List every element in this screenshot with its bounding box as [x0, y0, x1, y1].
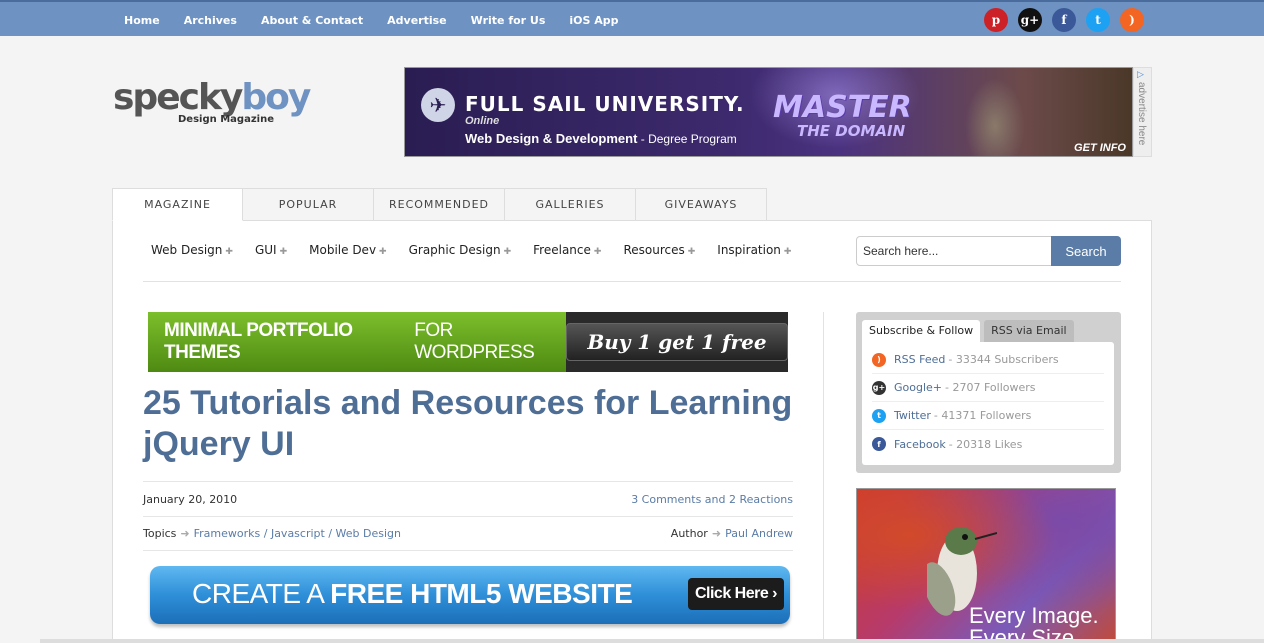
chevron-down-icon: ✚: [503, 247, 512, 257]
portfolio-themes-ad[interactable]: MINIMAL PORTFOLIO THEMES FOR WORDPRESS B…: [148, 312, 788, 372]
nav-advertise-link[interactable]: Advertise: [387, 14, 446, 27]
ad-master-text: MASTER: [773, 90, 912, 125]
twitter-icon: t: [872, 408, 886, 423]
follow-name[interactable]: Facebook: [894, 438, 946, 451]
tab-giveaways[interactable]: GIVEAWAYS: [636, 188, 767, 221]
list-item[interactable]: f Facebook - 20318 Likes: [872, 430, 1104, 458]
ad-program: Web Design & Development - Degree Progra…: [465, 131, 737, 146]
html5-website-ad[interactable]: CREATE A FREE HTML5 WEBSITE Click Here ›: [150, 566, 790, 624]
category-freelance[interactable]: Freelance ✚: [533, 243, 601, 257]
ad-online-label: Online: [465, 115, 500, 127]
follow-count: - 20318 Likes: [948, 437, 1023, 451]
tab-magazine[interactable]: MAGAZINE: [112, 188, 243, 221]
twitter-icon[interactable]: t: [1086, 8, 1110, 32]
category-nav: Web Design ✚ GUI ✚ Mobile Dev ✚ Graphic Des…: [151, 243, 813, 257]
category-inspiration[interactable]: Inspiration ✚: [717, 243, 791, 257]
adchoices-icon[interactable]: ▷: [1137, 69, 1144, 80]
facebook-icon: f: [872, 437, 886, 451]
arrow-right-icon: ➜: [711, 527, 722, 540]
buy-one-get-one-button[interactable]: Buy 1 get 1 free: [566, 323, 788, 361]
airplane-icon: ✈: [421, 88, 455, 122]
top-nav: Home Archives About & Contact Advertise …: [112, 2, 631, 38]
click-here-button[interactable]: Click Here ›: [688, 578, 784, 610]
nav-divider: [143, 281, 1121, 282]
sidebar-image-ad[interactable]: Every Image. Every Size.: [856, 488, 1116, 643]
follow-name[interactable]: Google+: [894, 381, 942, 394]
follow-count: - 33344 Subscribers: [948, 353, 1059, 366]
search-button[interactable]: Search: [1051, 236, 1121, 266]
list-item[interactable]: t Twitter - 41371 Followers: [872, 402, 1104, 430]
bottom-scroll-edge: [40, 639, 1264, 643]
tab-rss-via-email[interactable]: RSS via Email: [984, 320, 1074, 342]
ad-domain-text: THE DOMAIN: [797, 122, 906, 140]
chevron-down-icon: ✚: [279, 247, 288, 257]
header-banner-ad[interactable]: ✈ FULL SAIL UNIVERSITY. Online Web Desig…: [404, 67, 1133, 157]
rss-icon: ): [872, 352, 886, 367]
ad-every-text: Every Image. Every Size.: [969, 603, 1099, 643]
follow-list: ) RSS Feed - 33344 Subscribers g+ Google…: [862, 342, 1114, 465]
section-tabs: MAGAZINE POPULAR RECOMMENDED GALLERIES G…: [112, 188, 767, 221]
top-bar: Home Archives About & Contact Advertise …: [0, 0, 1264, 36]
follow-name[interactable]: Twitter: [894, 409, 931, 422]
follow-count: - 2707 Followers: [945, 381, 1036, 394]
googleplus-icon: g+: [872, 380, 886, 395]
ad-get-info-button[interactable]: GET INFO: [1074, 142, 1126, 154]
advertise-here-link[interactable]: ▷ advertise here: [1133, 67, 1152, 157]
article-topics: Topics ➜ Frameworks / Javascript / Web Des…: [143, 527, 401, 540]
comments-link[interactable]: 3 Comments and 2 Reactions: [631, 493, 793, 506]
topics-links[interactable]: Frameworks / Javascript / Web Design: [194, 527, 401, 540]
chevron-down-icon: ✚: [783, 247, 792, 257]
site-logo[interactable]: speckyboy Design Magazine: [113, 77, 311, 126]
chevron-down-icon: ✚: [687, 247, 696, 257]
googleplus-icon[interactable]: g+: [1018, 8, 1042, 32]
chevron-down-icon: ✚: [593, 247, 602, 257]
follow-count: - 41371 Followers: [933, 409, 1032, 422]
nav-about-contact-link[interactable]: About & Contact: [261, 14, 363, 27]
article-date: January 20, 2010: [143, 493, 238, 506]
tab-subscribe-follow[interactable]: Subscribe & Follow: [862, 320, 981, 342]
advertise-here-label: advertise here: [1136, 82, 1147, 146]
rss-icon[interactable]: ): [1120, 8, 1144, 32]
article-meta: January 20, 2010 3 Comments and 2 Reacti…: [143, 481, 793, 517]
author-link[interactable]: Paul Andrew: [725, 527, 793, 540]
html5-ad-text: CREATE A FREE HTML5 WEBSITE: [192, 578, 633, 609]
nav-ios-app-link[interactable]: iOS App: [569, 14, 618, 27]
list-item[interactable]: ) RSS Feed - 33344 Subscribers: [872, 346, 1104, 374]
tab-recommended[interactable]: RECOMMENDED: [374, 188, 505, 221]
facebook-icon[interactable]: f: [1052, 8, 1076, 32]
ad-university-name: FULL SAIL UNIVERSITY.: [465, 92, 745, 116]
column-divider: [823, 312, 824, 643]
search-box: Search here... Search: [856, 236, 1121, 266]
subscribe-follow-widget: Subscribe & Follow RSS via Email ) RSS F…: [856, 312, 1121, 473]
chevron-down-icon: ✚: [225, 247, 233, 257]
article-title[interactable]: 25 Tutorials and Resources for Learning …: [143, 383, 803, 465]
author-label: Author: [670, 527, 708, 540]
chevron-right-icon: ›: [768, 585, 778, 602]
article-taxonomy: Topics ➜ Frameworks / Javascript / Web Des…: [143, 517, 793, 551]
topics-label: Topics: [143, 527, 177, 540]
category-resources[interactable]: Resources ✚: [623, 243, 695, 257]
portfolio-ad-text: MINIMAL PORTFOLIO THEMES FOR WORDPRESS: [148, 312, 566, 372]
search-input[interactable]: Search here...: [856, 236, 1053, 266]
nav-write-for-us-link[interactable]: Write for Us: [471, 14, 546, 27]
nav-archives-link[interactable]: Archives: [184, 14, 237, 27]
list-item[interactable]: g+ Google+ - 2707 Followers: [872, 374, 1104, 402]
pinterest-icon[interactable]: p: [984, 8, 1008, 32]
chevron-down-icon: ✚: [379, 247, 387, 257]
category-gui[interactable]: GUI ✚: [255, 243, 287, 257]
arrow-right-icon: ➜: [180, 527, 190, 540]
article-author: Author ➜ Paul Andrew: [671, 527, 793, 540]
follow-name[interactable]: RSS Feed: [894, 353, 945, 366]
category-mobile-dev[interactable]: Mobile Dev ✚: [309, 243, 386, 257]
tab-popular[interactable]: POPULAR: [243, 188, 374, 221]
tab-galleries[interactable]: GALLERIES: [505, 188, 636, 221]
category-graphic-design[interactable]: Graphic Design ✚: [409, 243, 512, 257]
category-web-design[interactable]: Web Design ✚: [151, 243, 233, 257]
social-links: p g+ f t ): [984, 8, 1144, 32]
logo-wordmark: speckyboy: [113, 77, 311, 118]
nav-home-link[interactable]: Home: [124, 14, 160, 27]
